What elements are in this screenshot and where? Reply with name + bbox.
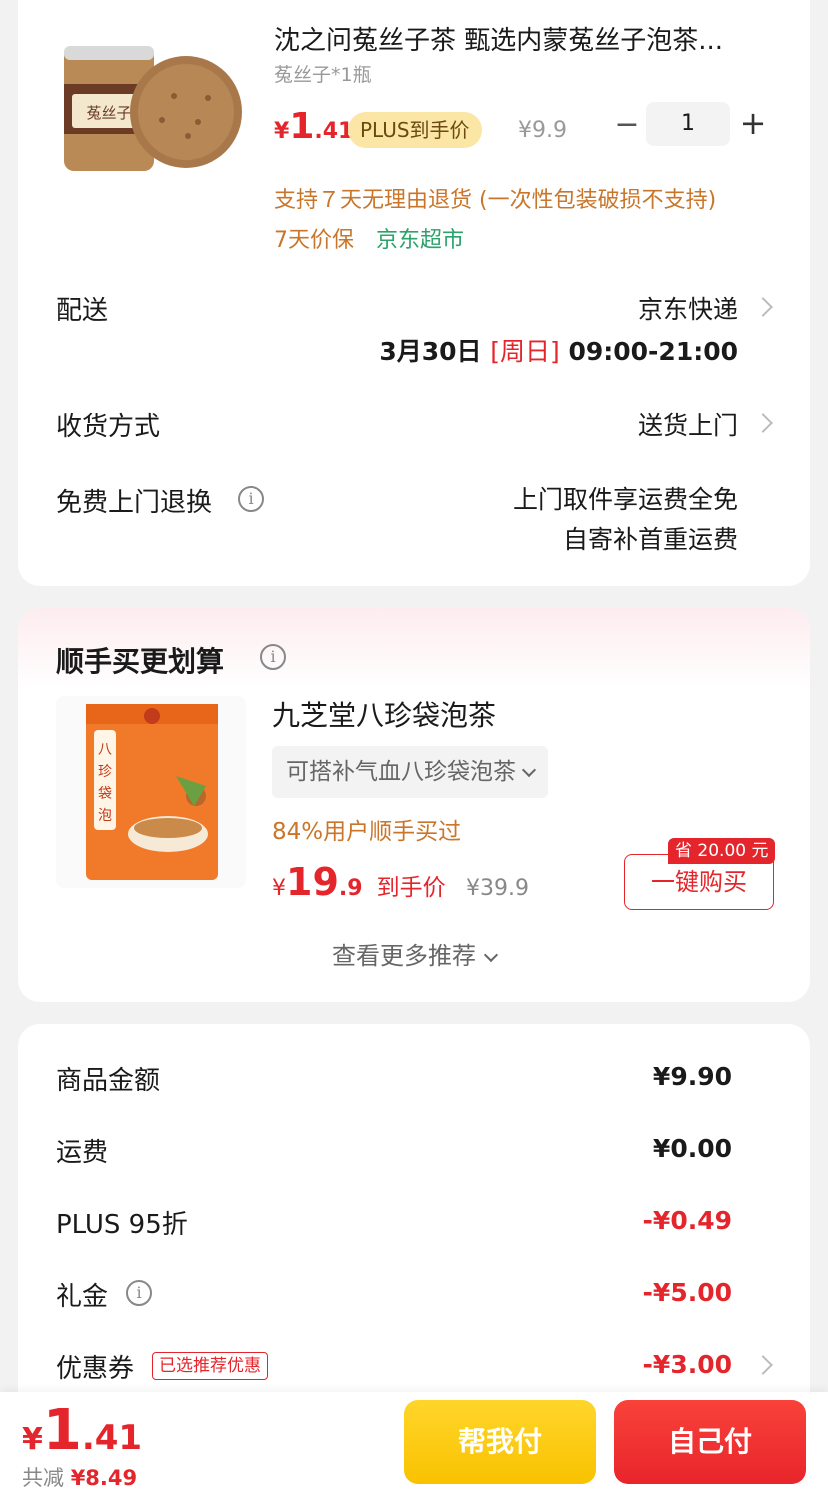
- free-return-line2: 自寄补首重运费: [562, 525, 738, 554]
- delivery-time[interactable]: 3月30日 [周日] 09:00-21:00: [379, 332, 738, 368]
- bundle-recommend-card: 顺手买更划算 i 八 珍 袋 泡 九芝堂八珍袋泡茶 可搭补气血八珍袋泡茶 84%…: [18, 608, 810, 1002]
- shipping-label: 运费: [56, 1138, 109, 1168]
- quantity-plus-button[interactable]: +: [738, 106, 768, 142]
- free-return-line1: 上门取件享运费全免: [512, 485, 738, 514]
- bundle-bought-ratio: 84%用户顺手买过: [272, 819, 462, 845]
- gift-cash-label: 礼金: [56, 1282, 109, 1312]
- more-recommend-link[interactable]: 查看更多推荐: [18, 936, 810, 971]
- delivery-window: 09:00-21:00: [568, 337, 738, 366]
- chevron-right-icon[interactable]: [753, 297, 773, 317]
- receive-method-value[interactable]: 送货上门: [638, 406, 738, 442]
- total-currency: ¥: [22, 1422, 43, 1457]
- bundle-spec-select[interactable]: 可搭补气血八珍袋泡茶: [272, 746, 548, 798]
- goods-amount-label: 商品金额: [56, 1066, 161, 1096]
- chevron-down-icon: [521, 762, 537, 778]
- info-icon[interactable]: i: [126, 1280, 152, 1306]
- bundle-original-price: ¥39.9: [466, 876, 529, 901]
- chevron-right-icon[interactable]: [753, 413, 773, 433]
- plus-discount-label: PLUS 95折: [56, 1210, 188, 1240]
- quantity-input[interactable]: 1: [646, 102, 730, 146]
- return-policy-note: 支持７天无理由退货 (一次性包装破损不支持): [274, 188, 717, 213]
- total-integer: 1: [42, 1398, 82, 1463]
- quantity-minus-button[interactable]: −: [614, 108, 640, 144]
- save-badge: 省 20.00 元: [668, 838, 776, 864]
- price-currency: ¥: [272, 876, 286, 901]
- product-image-label: 菟丝子: [86, 104, 131, 122]
- svg-text:泡: 泡: [98, 808, 112, 824]
- receive-method-label: 收货方式: [56, 412, 161, 442]
- more-recommend-label: 查看更多推荐: [332, 942, 476, 970]
- price-currency: ¥: [274, 119, 290, 144]
- delivery-weekday: [周日]: [490, 337, 560, 366]
- price-decimal: .9: [338, 876, 363, 901]
- price-guarantee-label[interactable]: 7天价保: [274, 222, 354, 254]
- goods-amount-value: ¥9.90: [652, 1062, 732, 1091]
- bundle-product-title[interactable]: 九芝堂八珍袋泡茶: [272, 694, 496, 734]
- price-after-label: 到手价: [376, 875, 446, 901]
- total-savings: 共减 ¥8.49: [22, 1462, 137, 1492]
- delivery-label: 配送: [56, 296, 109, 326]
- store-label: 京东超市: [376, 228, 465, 253]
- shipping-value: ¥0.00: [652, 1134, 732, 1163]
- coupon-label: 优惠券: [56, 1354, 135, 1384]
- product-spec: 菟丝子*1瓶: [274, 64, 372, 86]
- product-image[interactable]: 菟丝子: [58, 36, 248, 176]
- total-savings-prefix: 共减: [22, 1466, 64, 1490]
- gift-cash-value: -¥5.00: [642, 1278, 732, 1307]
- bundle-section-title: 顺手买更划算: [56, 645, 225, 678]
- price-summary-card: 商品金额 ¥9.90 运费 ¥0.00 PLUS 95折 -¥0.49 礼金 i…: [18, 1024, 810, 1444]
- chevron-down-icon: [483, 947, 499, 963]
- delivery-date: 3月30日: [379, 337, 482, 366]
- product-title[interactable]: 沈之问菟丝子茶 甄选内蒙菟丝子泡茶...: [274, 20, 774, 57]
- price-integer: 19: [286, 860, 339, 904]
- product-card: 菟丝子 沈之问菟丝子茶 甄选内蒙菟丝子泡茶... 菟丝子*1瓶 ¥1.41 PL…: [18, 0, 810, 586]
- original-price: ¥9.9: [518, 118, 567, 143]
- plus-price-badge: PLUS到手价: [348, 112, 482, 148]
- coupon-recommend-tag: 已选推荐优惠: [152, 1352, 268, 1380]
- total-price: ¥1.41: [22, 1398, 142, 1463]
- pay-myself-button[interactable]: 自己付: [614, 1400, 806, 1484]
- svg-text:八: 八: [98, 742, 112, 758]
- checkout-bar: ¥1.41 共减 ¥8.49 帮我付 自己付: [0, 1392, 828, 1498]
- coupon-value[interactable]: -¥3.00: [643, 1350, 732, 1379]
- bundle-price: ¥19.9 到手价: [272, 860, 446, 904]
- free-return-label: 免费上门退换: [56, 488, 213, 518]
- plus-discount-value: -¥0.49: [642, 1206, 732, 1235]
- price-integer: 1: [289, 106, 315, 147]
- info-icon[interactable]: i: [238, 486, 264, 512]
- product-price: ¥1.41: [274, 106, 353, 147]
- bundle-spec-label: 可搭补气血八珍袋泡茶: [286, 759, 516, 785]
- bundle-product-image[interactable]: 八 珍 袋 泡: [56, 696, 246, 888]
- chevron-right-icon[interactable]: [753, 1355, 773, 1375]
- total-decimal: .41: [81, 1418, 143, 1458]
- delivery-carrier[interactable]: 京东快递: [638, 290, 738, 326]
- svg-text:珍: 珍: [98, 764, 112, 780]
- svg-text:袋: 袋: [98, 786, 112, 802]
- total-savings-amount: ¥8.49: [70, 1466, 138, 1490]
- info-icon[interactable]: i: [260, 644, 286, 670]
- help-me-pay-button[interactable]: 帮我付: [404, 1400, 596, 1484]
